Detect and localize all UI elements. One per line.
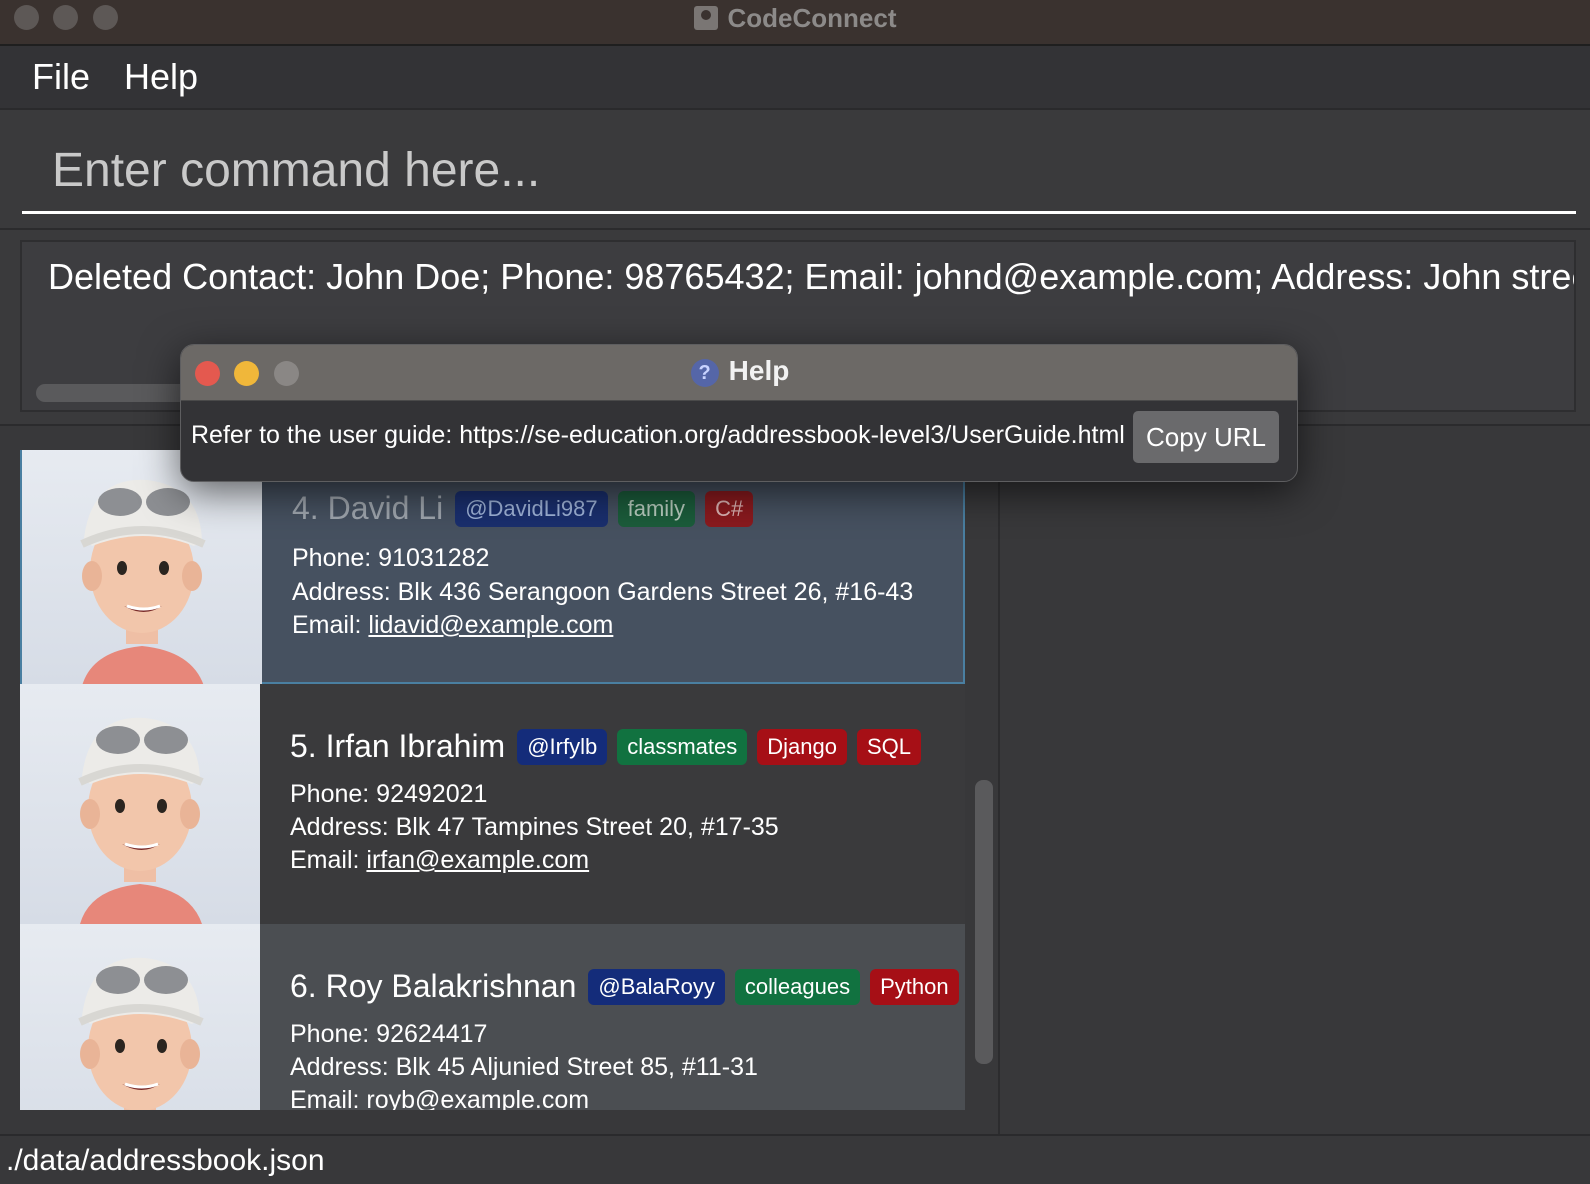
command-box-area [0, 110, 1590, 228]
person-phone: Phone: 92492021 [290, 780, 488, 808]
person-card[interactable]: 5. Irfan Ibrahim @Irfylb classmates Djan… [20, 684, 965, 924]
email-label: Email: [290, 846, 360, 874]
person-card[interactable]: 4. David Li @DavidLi987 family C# Phone:… [20, 450, 965, 686]
command-input[interactable] [22, 130, 1576, 214]
avatar-image [78, 717, 204, 924]
window-titlebar: CodeConnect [0, 0, 1590, 46]
person-name: 6. Roy Balakrishnan [290, 968, 576, 1005]
person-index: 6. [290, 968, 317, 1004]
help-window-titlebar: ? Help [181, 345, 1297, 401]
help-message: Refer to the user guide: https://se-educ… [191, 421, 1125, 449]
avatar [22, 450, 262, 686]
copy-url-button[interactable]: Copy URL [1133, 411, 1279, 463]
person-phone: Phone: 91031282 [292, 544, 490, 572]
handle-tag: @DavidLi987 [455, 490, 608, 527]
person-index: 5. [290, 728, 317, 764]
question-mark-icon: ? [690, 359, 719, 387]
person-name-text: David Li [327, 490, 444, 526]
avatar-image [80, 479, 206, 686]
help-window[interactable]: ? Help Refer to the user guide: https://s… [180, 344, 1298, 482]
email-label: Email: [290, 1086, 360, 1110]
skill-tag: SQL [856, 728, 922, 765]
menu-file[interactable]: File [32, 56, 90, 98]
save-location: ./data/addressbook.json [6, 1144, 325, 1177]
person-name-row: 4. David Li @DavidLi987 family C# [292, 490, 754, 527]
person-phone: Phone: 92624417 [290, 1020, 488, 1048]
status-bar: ./data/addressbook.json [0, 1134, 1590, 1184]
detail-panel [998, 426, 1590, 1134]
window-title-text: CodeConnect [727, 3, 897, 33]
help-window-title-text: Help [728, 355, 790, 386]
person-list-vertical-scrollbar[interactable] [975, 780, 993, 1064]
group-tag: colleagues [734, 968, 861, 1005]
contact-book-icon [693, 6, 718, 30]
skill-tag: Django [757, 728, 847, 765]
skill-tag: C# [705, 490, 754, 527]
email-link[interactable]: royb@example.com [366, 1086, 589, 1110]
handle-tag: @Irfylb [517, 728, 608, 765]
person-address: Address: Blk 436 Serangoon Gardens Stree… [292, 578, 914, 606]
person-address: Address: Blk 45 Aljunied Street 85, #11-… [290, 1053, 758, 1081]
person-card[interactable]: 6. Roy Balakrishnan @BalaRoyy colleagues… [20, 924, 965, 1110]
person-email-row: Email: lidavid@example.com [292, 611, 613, 640]
group-tag: family [617, 490, 696, 527]
person-list[interactable]: 4. David Li @DavidLi987 family C# Phone:… [20, 450, 965, 1110]
avatar [20, 924, 260, 1110]
avatar [20, 684, 260, 924]
person-address: Address: Blk 47 Tampines Street 20, #17-… [290, 813, 779, 841]
person-email-row: Email: royb@example.com [290, 1086, 589, 1110]
skill-tag: Python [870, 968, 959, 1005]
help-window-title: ? Help [181, 355, 1297, 387]
person-name: 5. Irfan Ibrahim [290, 728, 505, 765]
group-tag: classmates [617, 728, 748, 765]
email-link[interactable]: irfan@example.com [366, 846, 589, 874]
email-label: Email: [292, 611, 362, 639]
result-text: Deleted Contact: John Doe; Phone: 987654… [48, 256, 1576, 297]
email-link[interactable]: lidavid@example.com [368, 611, 613, 639]
avatar-image [78, 957, 204, 1110]
window-title: CodeConnect [0, 3, 1590, 34]
person-list-area: 4. David Li @DavidLi987 family C# Phone:… [0, 426, 1590, 1134]
person-name: 4. David Li [292, 490, 443, 527]
person-email-row: Email: irfan@example.com [290, 846, 589, 875]
person-name-row: 6. Roy Balakrishnan @BalaRoyy colleagues… [290, 968, 959, 1005]
menu-help[interactable]: Help [124, 56, 198, 98]
person-name-text: Irfan Ibrahim [325, 728, 506, 764]
handle-tag: @BalaRoyy [588, 968, 725, 1005]
person-name-text: Roy Balakrishnan [325, 968, 577, 1004]
person-index: 4. [292, 490, 319, 526]
person-name-row: 5. Irfan Ibrahim @Irfylb classmates Djan… [290, 728, 922, 765]
menu-bar: File Help [0, 46, 1590, 110]
